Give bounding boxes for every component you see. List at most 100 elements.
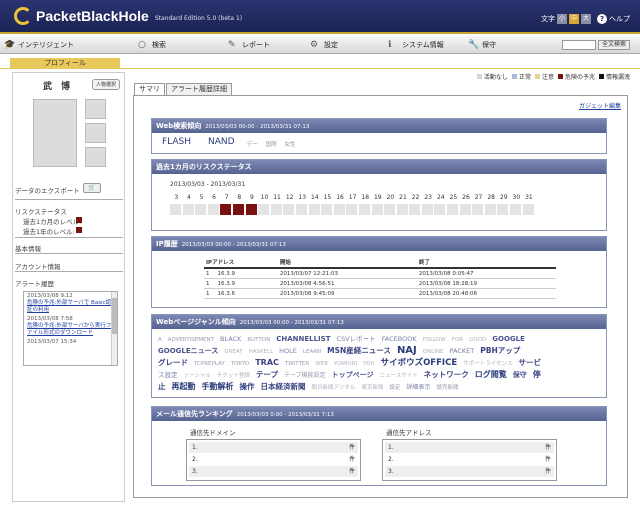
risk-day-cell[interactable] xyxy=(232,204,244,215)
risk-day-cell[interactable] xyxy=(207,204,219,215)
risk-day-cell[interactable] xyxy=(258,204,270,215)
genre-keyword[interactable]: PBHアップ xyxy=(480,346,520,355)
keyword[interactable]: NAND xyxy=(208,137,235,147)
tab-profile[interactable]: プロフィール xyxy=(10,58,120,68)
font-size-medium-button[interactable]: 中 xyxy=(569,14,579,24)
genre-keyword[interactable]: 保守 xyxy=(513,371,527,379)
risk-day-cell[interactable] xyxy=(195,204,207,215)
genre-keyword[interactable]: ログ閲覧 xyxy=(475,370,507,379)
risk-day-cell[interactable] xyxy=(434,204,446,215)
genre-keyword[interactable]: TRAC xyxy=(255,358,279,367)
genre-keyword[interactable]: HOLE xyxy=(279,347,297,355)
risk-day-cell[interactable] xyxy=(472,204,484,215)
genre-keyword[interactable]: ADVERTISEMENT xyxy=(168,337,214,343)
photo-thumbnail[interactable] xyxy=(85,123,106,143)
risk-day-cell[interactable] xyxy=(421,204,433,215)
scrollbar[interactable] xyxy=(111,292,117,365)
fulltext-search-input[interactable] xyxy=(561,40,596,50)
alert-link[interactable]: 危険の予兆:外部サーバで Basic認証の利用 xyxy=(27,300,114,314)
risk-day-cell[interactable] xyxy=(308,204,320,215)
genre-keyword[interactable]: サポートライセンス xyxy=(463,361,512,367)
genre-keyword[interactable]: PACKET xyxy=(450,347,475,355)
risk-day-cell[interactable] xyxy=(182,204,194,215)
risk-day-cell[interactable] xyxy=(270,204,282,215)
genre-keyword[interactable]: GOOD xyxy=(469,337,486,343)
risk-day-cell[interactable] xyxy=(170,204,181,215)
genre-keyword[interactable]: 手動解析 xyxy=(202,382,234,391)
genre-keyword[interactable]: サイボウズOFFICE xyxy=(381,358,458,368)
genre-keyword[interactable]: 停 xyxy=(533,370,541,379)
genre-keyword[interactable]: ス設定 xyxy=(158,371,178,379)
risk-day-cell[interactable] xyxy=(484,204,496,215)
gadget-edit-link[interactable]: ガジェット編集 xyxy=(579,101,621,110)
genre-keyword[interactable]: WEB xyxy=(315,361,328,367)
list-item[interactable]: 2013/03/08 9:12 危険の予兆:外部サーバで Basic認証の利用 xyxy=(24,292,117,315)
nav-intelligent[interactable]: 🎓 インテリジェント xyxy=(0,36,112,54)
help-link[interactable]: ? ヘルプ xyxy=(597,14,630,24)
risk-day-cell[interactable] xyxy=(295,204,307,215)
genre-keyword[interactable]: GOOGLEニュース xyxy=(158,347,218,355)
risk-day-cell[interactable] xyxy=(409,204,421,215)
link-basic-info[interactable]: 基本情報 xyxy=(15,243,41,253)
genre-keyword[interactable]: テープ xyxy=(256,370,278,379)
genre-keyword[interactable]: トップページ xyxy=(332,371,374,379)
nav-search[interactable]: ○ 検索 xyxy=(134,36,224,54)
genre-keyword[interactable]: A xyxy=(158,337,162,343)
cart-icon[interactable]: 🛒 xyxy=(83,183,101,193)
risk-day-cell[interactable] xyxy=(384,204,396,215)
genre-keyword[interactable]: ソーシャル xyxy=(184,373,211,379)
risk-day-cell[interactable] xyxy=(522,204,534,215)
genre-keyword[interactable]: NAJ xyxy=(397,345,417,356)
genre-keyword[interactable]: 朝日新聞デジタル xyxy=(312,385,356,391)
genre-keyword[interactable]: TWITTER xyxy=(285,361,309,367)
keyword[interactable]: 女性 xyxy=(284,140,295,148)
genre-keyword[interactable]: GREAT xyxy=(224,349,242,355)
genre-keyword[interactable]: 東京新聞 xyxy=(361,385,383,391)
genre-keyword[interactable]: HASKELL xyxy=(249,349,274,355)
risk-day-cell[interactable] xyxy=(346,204,358,215)
genre-keyword[interactable]: 再起動 xyxy=(172,382,196,391)
genre-keyword[interactable]: 止 xyxy=(158,382,166,391)
link-alert-history[interactable]: アラート履歴 xyxy=(15,278,54,288)
genre-keyword[interactable]: 操作 xyxy=(240,382,255,391)
genre-keyword[interactable]: YOU xyxy=(363,361,374,367)
genre-keyword[interactable]: YOMIURI xyxy=(334,361,357,367)
risk-day-cell[interactable] xyxy=(447,204,459,215)
genre-keyword[interactable]: ONLINE xyxy=(423,349,444,355)
risk-day-cell[interactable] xyxy=(371,204,383,215)
font-size-large-button[interactable]: 大 xyxy=(581,14,591,24)
keyword[interactable]: デー xyxy=(247,140,258,148)
risk-day-cell[interactable] xyxy=(358,204,370,215)
risk-day-cell[interactable] xyxy=(245,204,257,215)
risk-day-cell[interactable] xyxy=(510,204,522,215)
genre-keyword[interactable]: FOLLOW xyxy=(423,337,446,343)
genre-keyword[interactable]: グレード xyxy=(158,358,188,367)
genre-keyword[interactable]: チケット登録 xyxy=(217,373,250,379)
person-select-button[interactable]: 人物選択 xyxy=(91,79,120,90)
genre-keyword[interactable]: MSN産経ニュース xyxy=(327,346,391,355)
genre-keyword[interactable]: TOKYO xyxy=(231,361,250,367)
genre-keyword[interactable]: 詳細表示 xyxy=(406,384,430,391)
genre-keyword[interactable]: GOOGLE xyxy=(492,335,525,343)
nav-maintenance[interactable]: 🔧 保守 xyxy=(464,36,524,54)
nav-system-info[interactable]: ℹ システム情報 xyxy=(384,36,464,54)
genre-keyword[interactable]: 日本経済新聞 xyxy=(261,382,306,391)
genre-keyword[interactable]: テープ機能設定 xyxy=(284,372,326,379)
genre-keyword[interactable]: ニュースサイト xyxy=(379,373,417,379)
genre-keyword[interactable]: FACEBOOK xyxy=(382,335,417,343)
genre-keyword[interactable]: FOR xyxy=(452,337,463,343)
risk-day-cell[interactable] xyxy=(333,204,345,215)
genre-keyword[interactable]: 読売新聞 xyxy=(436,385,458,391)
risk-day-cell[interactable] xyxy=(396,204,408,215)
genre-keyword[interactable]: 設定 xyxy=(389,385,400,391)
genre-keyword[interactable]: BUTTON xyxy=(247,337,270,343)
keyword[interactable]: FLASH xyxy=(162,137,191,147)
alert-link[interactable]: 危険の予兆:外部サーバから実行ファイル形式のダウンロード xyxy=(27,323,114,337)
genre-keyword[interactable]: LEARN xyxy=(303,349,321,355)
risk-day-cell[interactable] xyxy=(459,204,471,215)
genre-keyword[interactable]: CHANNELLIST xyxy=(276,335,330,343)
list-item[interactable]: 2013/03/08 7:58 危険の予兆:外部サーバから実行ファイル形式のダウ… xyxy=(24,315,117,338)
font-size-small-button[interactable]: 小 xyxy=(557,14,567,24)
genre-keyword[interactable]: サービ xyxy=(519,358,542,367)
nav-report[interactable]: ✎ レポート xyxy=(224,36,306,54)
